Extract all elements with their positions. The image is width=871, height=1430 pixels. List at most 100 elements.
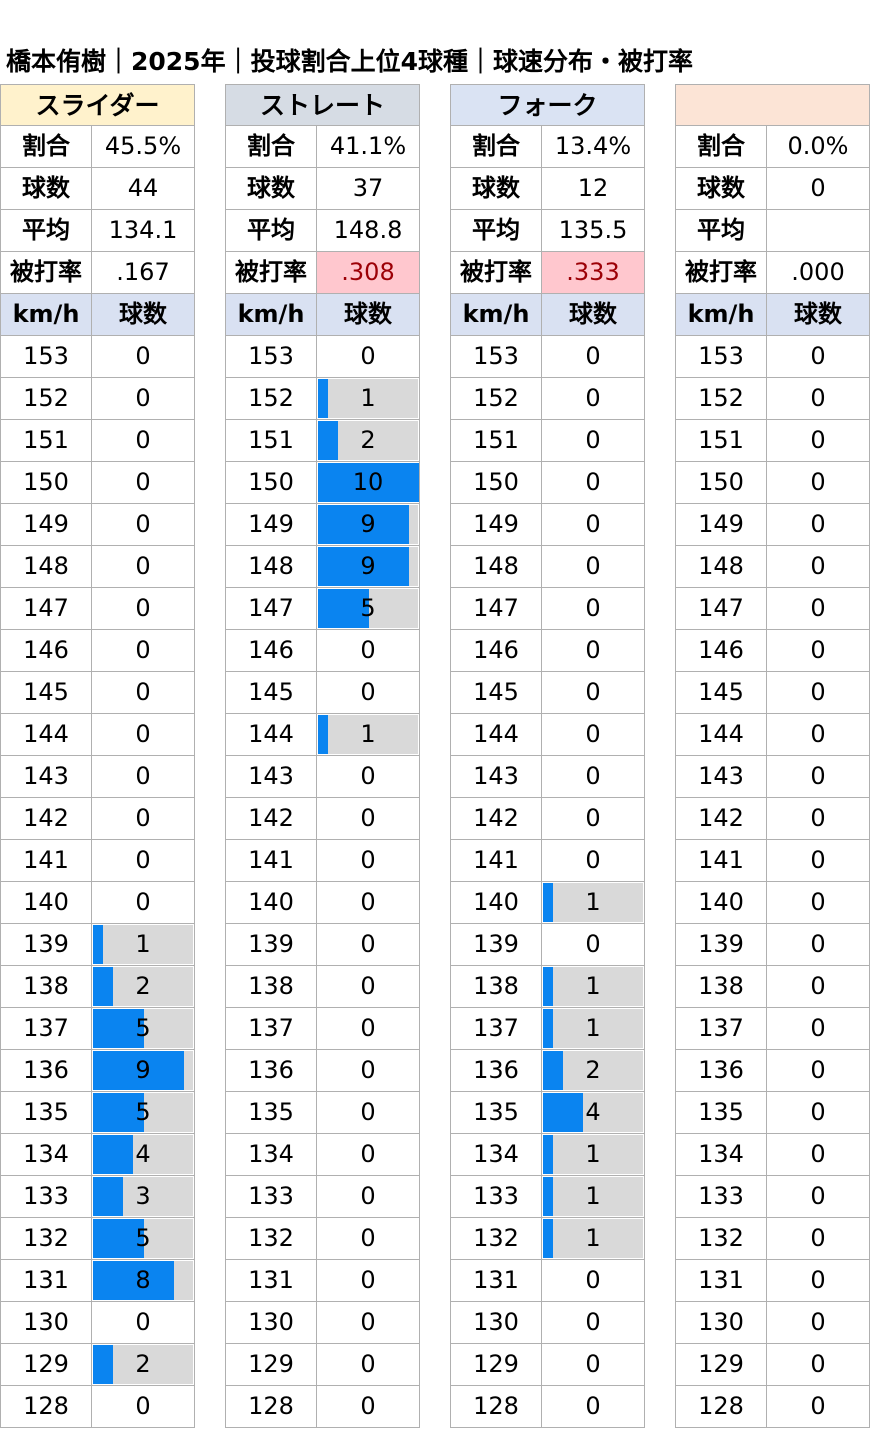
stat-label: 割合 <box>450 126 542 167</box>
speed-column-header: km/h <box>0 294 92 335</box>
pitch-count-cell: 0 <box>92 1386 195 1427</box>
speed-row: 148 0 <box>675 546 870 588</box>
count-value: 0 <box>360 804 376 832</box>
speed-value: 152 <box>225 378 317 419</box>
speed-row: 148 0 <box>0 546 195 588</box>
pitch-count-cell: 0 <box>92 378 195 419</box>
speed-row: 132 5 <box>0 1218 195 1260</box>
count-value: 1 <box>585 1182 601 1210</box>
speed-value: 137 <box>0 1008 92 1049</box>
speed-value: 141 <box>450 840 542 881</box>
speed-value: 134 <box>450 1134 542 1175</box>
count-value: 0 <box>585 1308 601 1336</box>
count-value: 0 <box>360 1266 376 1294</box>
pitch-count-cell: 0 <box>317 1386 420 1427</box>
speed-row: 153 0 <box>0 336 195 378</box>
speed-row: 138 2 <box>0 966 195 1008</box>
count-value: 0 <box>360 1182 376 1210</box>
speed-row: 150 0 <box>675 462 870 504</box>
speed-row: 131 0 <box>225 1260 420 1302</box>
speed-row: 140 0 <box>0 882 195 924</box>
distribution-header-row: km/h 球数 <box>450 294 645 336</box>
speed-value: 130 <box>450 1302 542 1343</box>
speed-column-header: km/h <box>675 294 767 335</box>
stat-label: 球数 <box>675 168 767 209</box>
pitch-count-cell: 0 <box>317 672 420 713</box>
count-value: 0 <box>810 636 826 664</box>
pitch-count-cell: 0 <box>317 1218 420 1259</box>
speed-row: 147 0 <box>675 588 870 630</box>
pitch-count-cell: 5 <box>92 1092 195 1133</box>
speed-value: 153 <box>450 336 542 377</box>
stat-row-hit-rate: 被打率 .333 <box>450 252 645 294</box>
count-value: 0 <box>585 1392 601 1420</box>
speed-row: 150 0 <box>450 462 645 504</box>
pitch-count-cell: 5 <box>92 1008 195 1049</box>
speed-value: 141 <box>225 840 317 881</box>
speed-value: 132 <box>0 1218 92 1259</box>
pitch-count-cell: 1 <box>542 1008 645 1049</box>
count-value: 0 <box>135 846 151 874</box>
count-value: 0 <box>360 1140 376 1168</box>
stat-row-ratio: 割合 45.5% <box>0 126 195 168</box>
speed-value: 136 <box>675 1050 767 1091</box>
speed-row: 133 0 <box>225 1176 420 1218</box>
stat-row-average: 平均 <box>675 210 870 252</box>
pitch-count-cell: 1 <box>92 924 195 965</box>
speed-row: 135 4 <box>450 1092 645 1134</box>
speed-value: 145 <box>450 672 542 713</box>
count-value: 0 <box>810 426 826 454</box>
pitch-count-cell: 0 <box>767 378 870 419</box>
pitch-count-cell: 0 <box>767 924 870 965</box>
pitch-count-cell: 0 <box>767 630 870 671</box>
speed-row: 147 0 <box>450 588 645 630</box>
count-value: 0 <box>135 1392 151 1420</box>
stat-value: 13.4% <box>542 126 645 167</box>
stat-row-ratio: 割合 41.1% <box>225 126 420 168</box>
distribution-header-row: km/h 球数 <box>675 294 870 336</box>
stat-value: 44 <box>92 168 195 209</box>
speed-value: 128 <box>450 1386 542 1427</box>
stat-row-average: 平均 135.5 <box>450 210 645 252</box>
speed-row: 148 9 <box>225 546 420 588</box>
speed-row: 133 0 <box>675 1176 870 1218</box>
speed-row: 129 0 <box>225 1344 420 1386</box>
speed-value: 128 <box>0 1386 92 1427</box>
speed-row: 137 0 <box>675 1008 870 1050</box>
speed-row: 147 5 <box>225 588 420 630</box>
count-value: 1 <box>585 972 601 1000</box>
count-value: 0 <box>360 762 376 790</box>
distribution-header-row: km/h 球数 <box>0 294 195 336</box>
speed-row: 145 0 <box>0 672 195 714</box>
count-value: 8 <box>135 1266 151 1294</box>
speed-row: 136 9 <box>0 1050 195 1092</box>
speed-value: 137 <box>450 1008 542 1049</box>
speed-row: 149 0 <box>675 504 870 546</box>
count-column-header: 球数 <box>92 294 195 335</box>
pitch-panel: フォーク 割合 13.4% 球数 12 平均 135.5 被打率 .333 km/h 球数 153 0 1… <box>450 84 645 1429</box>
count-value: 0 <box>585 552 601 580</box>
pitch-count-cell: 0 <box>542 1386 645 1427</box>
speed-row: 128 0 <box>450 1386 645 1428</box>
pitch-count-cell: 2 <box>92 966 195 1007</box>
stat-row-ratio: 割合 0.0% <box>675 126 870 168</box>
pitch-count-cell: 0 <box>542 1260 645 1301</box>
stat-row-hit-rate: 被打率 .167 <box>0 252 195 294</box>
pitch-count-cell: 0 <box>92 798 195 839</box>
speed-value: 132 <box>675 1218 767 1259</box>
pitch-name-header: フォーク <box>450 84 645 126</box>
speed-value: 135 <box>450 1092 542 1133</box>
count-value: 0 <box>810 804 826 832</box>
pitch-count-cell: 0 <box>767 1008 870 1049</box>
speed-value: 146 <box>675 630 767 671</box>
count-value: 0 <box>135 804 151 832</box>
speed-row: 145 0 <box>675 672 870 714</box>
speed-value: 131 <box>0 1260 92 1301</box>
speed-value: 131 <box>225 1260 317 1301</box>
stat-label: 平均 <box>0 210 92 251</box>
speed-row: 134 0 <box>675 1134 870 1176</box>
pitch-count-cell: 0 <box>767 462 870 503</box>
pitch-count-cell: 0 <box>767 1260 870 1301</box>
speed-row: 139 1 <box>0 924 195 966</box>
pitch-count-cell: 1 <box>542 882 645 923</box>
